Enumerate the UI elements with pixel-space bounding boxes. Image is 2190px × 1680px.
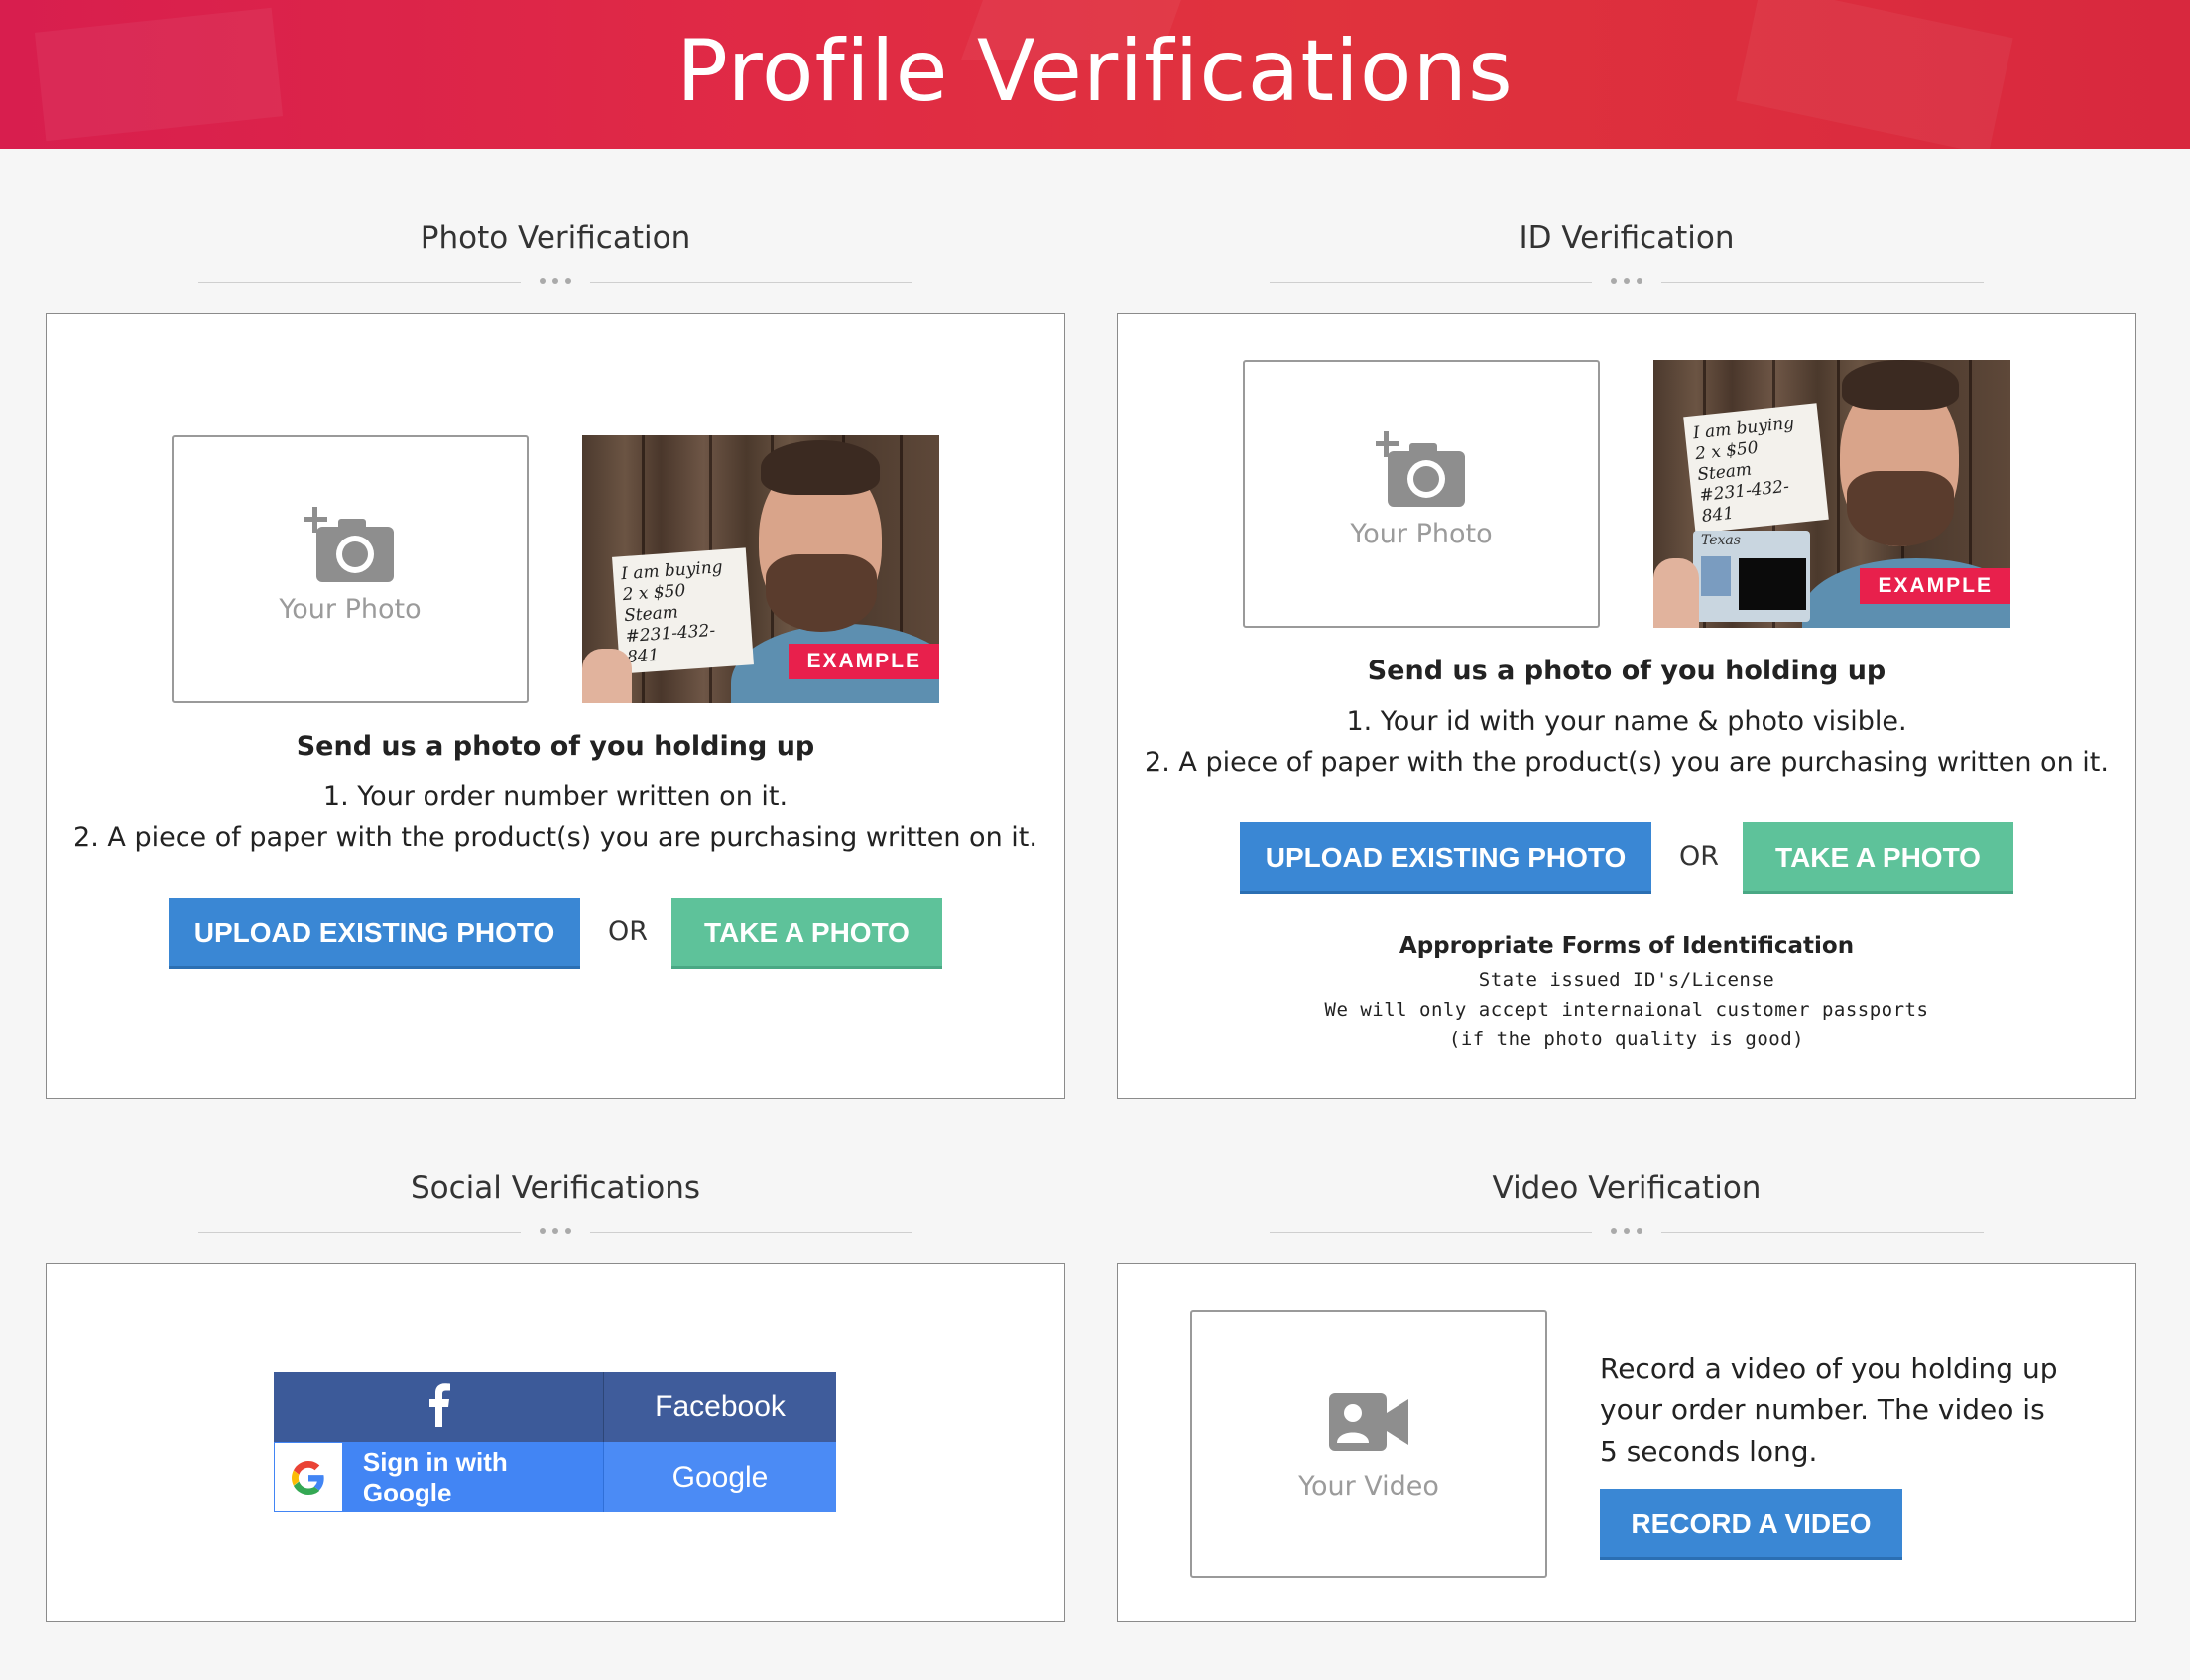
step-1: 1. Your order number written on it. [322,781,789,812]
instruction-steps: 1. Your id with your name & photo visibl… [1118,701,2135,782]
placeholder-label: Your Video [1298,1471,1439,1501]
example-note: I am buying 2 x $50 Steam #231-432-841 [612,547,754,674]
header-banner: Profile Verifications [0,0,2190,149]
forms-line: (if the photo quality is good) [1448,1028,1805,1050]
photo-verification-heading: Photo Verification [198,220,912,286]
google-row: Sign in with Google Google [274,1442,836,1512]
facebook-label[interactable]: Facebook [604,1372,836,1442]
example-photo: I am buying 2 x $50 Steam #231-432-841 E… [582,435,939,703]
example-note: I am buying 2 x $50 Steam #231-432-841 [1683,403,1829,534]
upload-existing-photo-button[interactable]: UPLOAD EXISTING PHOTO [1240,822,1651,894]
facebook-row: Facebook [274,1372,836,1442]
example-badge: EXAMPLE [1860,568,2010,604]
video-verification-panel: Your Video Record a video of you holding… [1117,1263,2136,1622]
section-divider [198,278,912,286]
instruction-steps: 1. Your order number written on it. 2. A… [47,777,1064,858]
placeholder-label: Your Photo [1350,519,1493,549]
step-2: 2. A piece of paper with the product(s) … [73,822,1037,853]
video-verification-heading: Video Verification [1270,1170,1984,1236]
section-title: Video Verification [1492,1170,1762,1206]
upload-existing-photo-button[interactable]: UPLOAD EXISTING PHOTO [169,898,580,969]
google-label[interactable]: Google [604,1442,836,1512]
forms-line: We will only accept internaional custome… [1324,999,1929,1020]
google-icon [274,1442,343,1512]
or-separator: OR [608,916,649,947]
social-verifications-heading: Social Verifications [198,1170,912,1236]
example-badge: EXAMPLE [789,644,939,679]
example-id-photo: I am buying 2 x $50 Steam #231-432-841 T… [1653,360,2010,628]
take-a-photo-button[interactable]: TAKE A PHOTO [671,898,942,969]
id-verification-panel: Your Photo I am buying 2 x $50 Steam #23… [1117,313,2136,1099]
section-divider [1270,1228,1984,1236]
instruction-lead: Send us a photo of you holding up [1367,656,1886,686]
your-photo-placeholder[interactable]: Your Photo [172,435,529,703]
google-signin-label: Sign in with Google [362,1446,508,1507]
or-separator: OR [1679,841,1720,872]
identification-notes: Appropriate Forms of Identification Stat… [1118,933,2135,1054]
step-1: 1. Your id with your name & photo visibl… [1346,706,1907,737]
instruction-lead: Send us a photo of you holding up [296,731,815,762]
section-title: ID Verification [1519,220,1735,256]
video-description: Record a video of you holding up your or… [1600,1352,2058,1468]
facebook-icon [426,1382,450,1431]
section-divider [198,1228,912,1236]
take-a-photo-button[interactable]: TAKE A PHOTO [1743,822,2013,894]
google-signin-button[interactable]: Sign in with Google [274,1442,604,1512]
page-title: Profile Verifications [676,22,1514,121]
your-photo-placeholder[interactable]: Your Photo [1243,360,1600,628]
your-video-placeholder[interactable]: Your Video [1190,1310,1547,1578]
facebook-login-button[interactable] [274,1372,604,1442]
add-camera-icon [1374,431,1467,515]
id-verification-heading: ID Verification [1270,220,1984,286]
video-camera-icon [1329,1391,1408,1457]
add-camera-icon [303,507,396,590]
step-2: 2. A piece of paper with the product(s) … [1145,747,2109,778]
placeholder-label: Your Photo [279,594,422,625]
social-buttons: Facebook Sign in with Google Google [274,1372,836,1512]
section-title: Social Verifications [410,1170,701,1206]
forms-heading: Appropriate Forms of Identification [1399,933,1855,959]
section-divider [1270,278,1984,286]
forms-line: State issued ID's/License [1478,969,1775,991]
photo-verification-panel: Your Photo I am buying 2 x $50 Steam #23… [46,313,1065,1099]
example-id-card: Texas [1693,531,1810,622]
record-a-video-button[interactable]: RECORD A VIDEO [1600,1489,1902,1560]
section-title: Photo Verification [420,220,691,256]
